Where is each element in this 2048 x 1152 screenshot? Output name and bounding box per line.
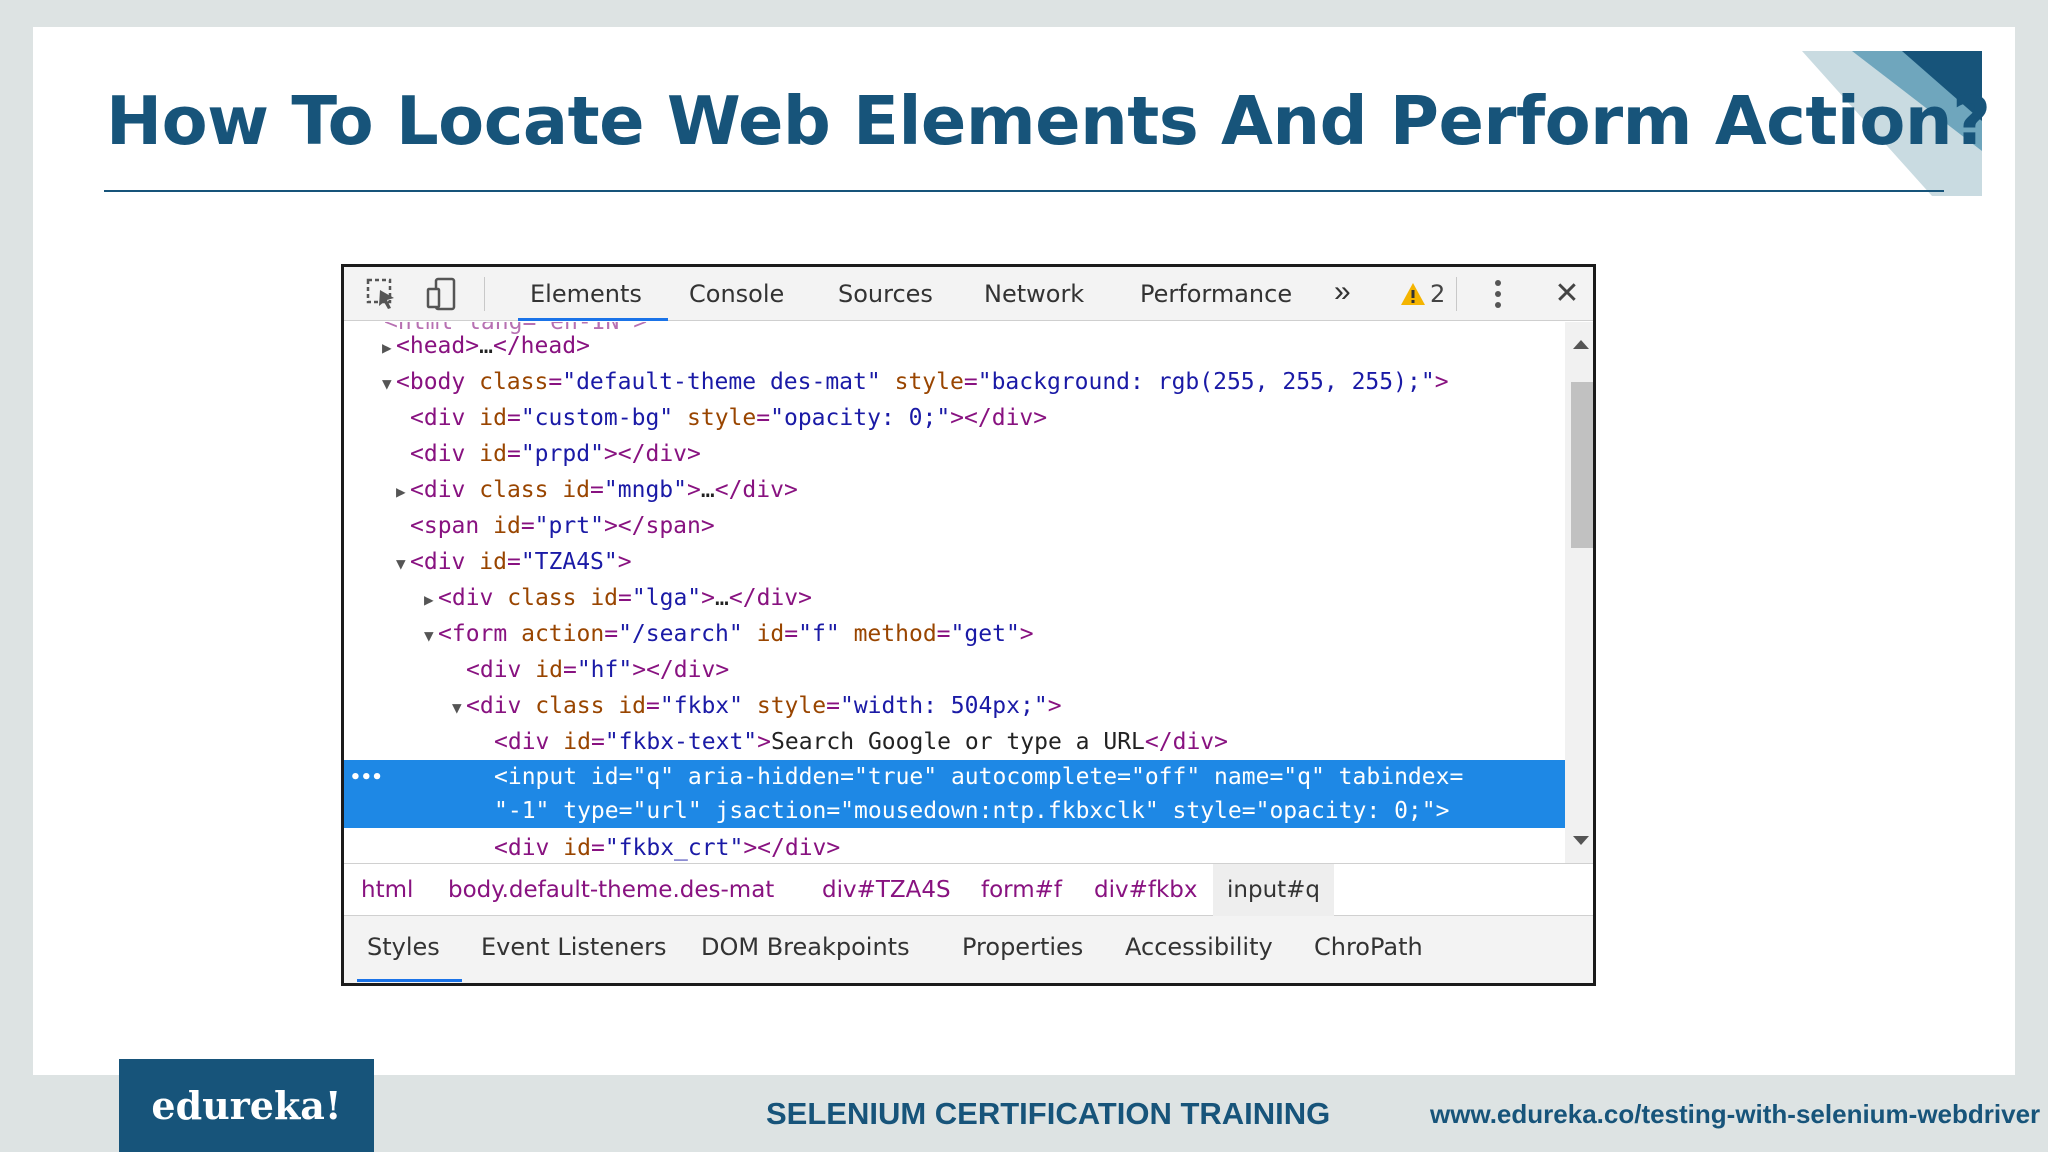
warning-count: 2 <box>1430 280 1446 308</box>
tab-elements[interactable]: Elements <box>518 267 668 321</box>
collapse-arrow-icon[interactable]: ▼ <box>452 690 466 726</box>
dom-line-div-custom-bg[interactable]: <div id="custom-bg" style="opacity: 0;">… <box>344 400 1565 436</box>
scroll-down-icon[interactable] <box>1573 836 1589 845</box>
dom-line-div-prpd[interactable]: <div id="prpd"></div> <box>344 436 1565 472</box>
tab-network[interactable]: Network <box>984 267 1084 321</box>
sidebar-panel-tabs: Styles Event Listeners DOM Breakpoints P… <box>344 916 1593 983</box>
toolbar-separator <box>484 277 485 311</box>
dom-line-head[interactable]: ▶ <head>…</head> <box>344 328 1565 364</box>
more-options-icon[interactable] <box>1492 275 1504 313</box>
footer-url: www.edureka.co/testing-with-selenium-web… <box>1430 1099 2041 1129</box>
devtools-toolbar: Elements Console Sources Network Perform… <box>344 267 1593 321</box>
collapse-arrow-icon[interactable]: ▼ <box>424 618 438 654</box>
edureka-logo: edureka! <box>119 1059 374 1152</box>
breadcrumb-body[interactable]: body.default-theme.des-mat <box>448 864 774 916</box>
tab-chropath[interactable]: ChroPath <box>1314 916 1423 979</box>
breadcrumb-input-q[interactable]: input#q <box>1213 864 1335 916</box>
tab-dom-breakpoints[interactable]: DOM Breakpoints <box>701 916 910 979</box>
warning-icon <box>1401 283 1425 305</box>
more-tabs-icon[interactable]: » <box>1334 267 1351 321</box>
dom-line-div-lga[interactable]: ▶ <div class id="lga">…</div> <box>344 580 1565 616</box>
dom-line-input-q-selected[interactable]: ••• <input id="q" aria-hidden="true" aut… <box>344 760 1565 828</box>
scroll-up-icon[interactable] <box>1573 340 1589 349</box>
collapse-arrow-icon[interactable]: ▼ <box>382 366 396 402</box>
title-divider <box>104 190 1944 192</box>
tab-console[interactable]: Console <box>689 267 784 321</box>
close-icon[interactable]: ✕ <box>1550 275 1584 313</box>
dom-line-div-fkbx-text[interactable]: <div id="fkbx-text">Search Google or typ… <box>344 724 1565 760</box>
dom-line-div-hf[interactable]: <div id="hf"></div> <box>344 652 1565 688</box>
tab-performance[interactable]: Performance <box>1140 267 1292 321</box>
scroll-thumb[interactable] <box>1571 382 1593 548</box>
device-toggle-icon[interactable] <box>424 276 460 312</box>
footer-course-title: SELENIUM CERTIFICATION TRAINING <box>766 1096 1331 1131</box>
tab-properties[interactable]: Properties <box>962 916 1083 979</box>
tab-accessibility[interactable]: Accessibility <box>1125 916 1273 979</box>
breadcrumb-form-f[interactable]: form#f <box>981 864 1062 916</box>
dom-line-span-prt[interactable]: <span id="prt"></span> <box>344 508 1565 544</box>
dom-line-div-tza4s[interactable]: ▼ <div id="TZA4S"> <box>344 544 1565 580</box>
breadcrumb-div-fkbx[interactable]: div#fkbx <box>1094 864 1198 916</box>
expand-arrow-icon[interactable]: ▶ <box>396 474 410 510</box>
toolbar-separator <box>1456 277 1457 311</box>
breadcrumb: html body.default-theme.des-mat div#TZA4… <box>344 863 1593 916</box>
expand-arrow-icon[interactable]: ▶ <box>382 330 396 366</box>
tab-styles[interactable]: Styles <box>357 916 462 982</box>
dom-line-div-mngb[interactable]: ▶ <div class id="mngb">…</div> <box>344 472 1565 508</box>
dom-line-div-fkbx[interactable]: ▼ <div class id="fkbx" style="width: 504p… <box>344 688 1565 724</box>
ellipsis-icon[interactable]: ••• <box>350 760 383 796</box>
slide-title: How To Locate Web Elements And Perform A… <box>106 82 1991 160</box>
dom-tree: <html lang="en-IN"> ▶ <head>…</head> ▼ <bo… <box>344 322 1565 863</box>
dom-line-body[interactable]: ▼ <body class="default-theme des-mat" sty… <box>344 364 1565 400</box>
warnings-button[interactable]: 2 <box>1400 279 1445 309</box>
breadcrumb-html[interactable]: html <box>361 864 413 916</box>
collapse-arrow-icon[interactable]: ▼ <box>396 546 410 582</box>
devtools-panel: Elements Console Sources Network Perform… <box>341 264 1596 986</box>
inspect-element-icon[interactable] <box>364 276 400 312</box>
dom-line-form-f[interactable]: ▼ <form action="/search" id="f" method="g… <box>344 616 1565 652</box>
dom-line-div-fkbx-crt[interactable]: <div id="fkbx_crt"></div> <box>344 830 1565 863</box>
tab-event-listeners[interactable]: Event Listeners <box>481 916 666 979</box>
breadcrumb-div-tza4s[interactable]: div#TZA4S <box>822 864 951 916</box>
dom-tree-scrollbar[interactable] <box>1565 322 1593 863</box>
expand-arrow-icon[interactable]: ▶ <box>424 582 438 618</box>
tab-sources[interactable]: Sources <box>838 267 933 321</box>
